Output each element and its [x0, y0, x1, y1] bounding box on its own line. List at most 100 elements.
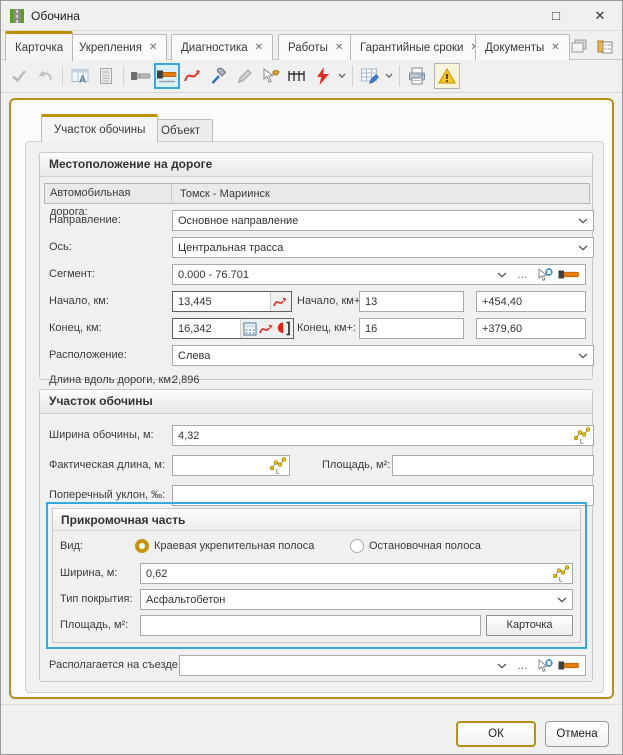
- measure-length-icon[interactable]: L: [267, 457, 289, 474]
- tab-dokumenty[interactable]: Документы ✕: [475, 34, 570, 60]
- shoulder-area-input[interactable]: [392, 455, 594, 476]
- end-km-input[interactable]: [173, 319, 240, 338]
- radio-edge-strip-label[interactable]: Краевая укрепительная полоса: [154, 536, 314, 556]
- edge-strip-highlight-box: Прикромочная часть Вид: Краевая укрепите…: [46, 502, 587, 649]
- segment-value: 0.000 - 76.701: [178, 269, 497, 281]
- shoulder-area-label: Площадь, м²:: [322, 455, 390, 476]
- tab-label: Укрепления: [79, 42, 142, 54]
- footer-buttonbar: ОК Отмена: [1, 704, 622, 755]
- properties-panel-icon[interactable]: [596, 38, 614, 54]
- cancel-button[interactable]: Отмена: [545, 721, 609, 747]
- radio-stop-lane[interactable]: [350, 539, 364, 553]
- road-label: Автомобильная дорога:: [45, 184, 172, 203]
- edge-area-label: Площадь, м²:: [60, 615, 128, 636]
- edge-width-input[interactable]: [141, 564, 550, 583]
- tab-diagnostika[interactable]: Диагностика ✕: [171, 34, 273, 60]
- tab-close-icon[interactable]: ✕: [335, 43, 343, 53]
- pick-on-map-icon[interactable]: [258, 63, 284, 89]
- segment-combobox[interactable]: 0.000 - 76.701 …: [172, 264, 586, 285]
- direction-value: Основное направление: [178, 215, 578, 227]
- start-kmplus-input[interactable]: [359, 291, 464, 312]
- end-kmplus-input[interactable]: [359, 318, 464, 339]
- measure-length-icon[interactable]: L: [571, 427, 593, 444]
- printer-icon[interactable]: [404, 63, 430, 89]
- ok-button[interactable]: ОК: [456, 721, 536, 747]
- table-edit-dropdown-chevron-icon[interactable]: [383, 63, 395, 89]
- direction-combobox[interactable]: Основное направление: [172, 210, 594, 231]
- edge-area-input[interactable]: [140, 615, 481, 636]
- measure-length-icon[interactable]: L: [550, 565, 572, 582]
- side-combobox[interactable]: Слева: [172, 345, 594, 366]
- chevron-down-icon[interactable]: [497, 663, 507, 669]
- lightning-icon[interactable]: [310, 63, 336, 89]
- tab-garantiynye-sroki[interactable]: Гарантийные сроки ✕: [350, 34, 489, 60]
- undo-icon[interactable]: [32, 63, 58, 89]
- pencil-icon[interactable]: [232, 63, 258, 89]
- group-shoulder: Участок обочины Ширина обочины, м: L Фак…: [39, 389, 593, 682]
- axis-combobox[interactable]: Центральная трасса: [172, 237, 594, 258]
- end-marker-flag-icon[interactable]: [277, 321, 291, 336]
- table-find-icon[interactable]: A: [67, 63, 93, 89]
- chevron-down-icon[interactable]: [578, 353, 588, 359]
- group-edge-strip: Прикромочная часть Вид: Краевая укрепите…: [52, 508, 581, 643]
- edge-width-label: Ширина, м:: [60, 563, 117, 584]
- cascade-windows-icon[interactable]: [570, 38, 588, 54]
- apply-check-icon[interactable]: [6, 63, 32, 89]
- tab-label: Работы: [288, 42, 328, 54]
- ruler-icon[interactable]: [284, 63, 310, 89]
- shoulder-width-fieldgroup: L: [172, 425, 594, 446]
- group-edge-strip-title: Прикромочная часть: [53, 509, 580, 531]
- calculator-icon[interactable]: [243, 322, 257, 336]
- coating-combobox[interactable]: Асфальтобетон: [140, 589, 573, 610]
- svg-text:L: L: [559, 577, 563, 583]
- tab-close-icon[interactable]: ✕: [255, 43, 263, 53]
- card-button[interactable]: Карточка: [486, 615, 573, 636]
- ellipsis-button[interactable]: …: [517, 269, 528, 281]
- route-curve-icon[interactable]: [273, 295, 289, 309]
- table-edit-icon[interactable]: [357, 63, 383, 89]
- radio-edge-strip-selected[interactable]: [135, 539, 149, 553]
- start-meters-input[interactable]: [476, 291, 586, 312]
- tab-label: Гарантийные сроки: [360, 42, 463, 54]
- tab-close-icon[interactable]: ✕: [149, 43, 157, 53]
- direction-label: Направление:: [49, 210, 121, 231]
- route-curve-icon[interactable]: [180, 63, 206, 89]
- ellipsis-button[interactable]: …: [517, 660, 528, 672]
- maximize-button[interactable]: □: [534, 1, 578, 31]
- flashlight-icon[interactable]: [558, 659, 580, 672]
- chevron-down-icon[interactable]: [578, 245, 588, 251]
- pick-on-map-icon[interactable]: [536, 658, 554, 674]
- hammer-icon[interactable]: [206, 63, 232, 89]
- flashlight-orange-icon[interactable]: [154, 63, 180, 89]
- report-icon[interactable]: [93, 63, 119, 89]
- toolbar-separator: [399, 66, 400, 86]
- tab-page: Местоположение на дороге Автомобильная д…: [25, 141, 604, 693]
- chevron-down-icon[interactable]: [497, 272, 507, 278]
- inner-tab-uchastok[interactable]: Участок обочины: [41, 114, 158, 142]
- start-km-input[interactable]: [173, 292, 270, 311]
- road-readonly-field: Автомобильная дорога: Томск - Мариинск: [44, 183, 590, 204]
- lightning-dropdown-chevron-icon[interactable]: [336, 63, 348, 89]
- segment-label: Сегмент:: [49, 264, 95, 285]
- fact-length-input[interactable]: [173, 456, 267, 475]
- group-location: Местоположение на дороге Автомобильная д…: [39, 152, 593, 380]
- warning-icon[interactable]: [434, 63, 460, 89]
- close-button[interactable]: ✕: [578, 1, 622, 31]
- radio-stop-lane-label[interactable]: Остановочная полоса: [369, 536, 481, 556]
- flashlight-gray-icon[interactable]: [128, 63, 154, 89]
- chevron-down-icon[interactable]: [557, 597, 567, 603]
- shoulder-width-input[interactable]: [173, 426, 571, 445]
- tab-kartochka[interactable]: Карточка: [5, 31, 73, 61]
- tab-ukrepleniya[interactable]: Укрепления ✕: [69, 34, 167, 60]
- edge-width-fieldgroup: L: [140, 563, 573, 584]
- window-title: Обочина: [31, 9, 80, 23]
- chevron-down-icon[interactable]: [578, 218, 588, 224]
- tab-raboty[interactable]: Работы ✕: [278, 34, 353, 60]
- tab-close-icon[interactable]: ✕: [551, 43, 559, 53]
- pick-on-map-icon[interactable]: [536, 267, 554, 283]
- route-curve-icon[interactable]: [259, 322, 275, 336]
- flashlight-icon[interactable]: [558, 268, 580, 281]
- toolbar-separator: [352, 66, 353, 86]
- ramp-combobox[interactable]: …: [179, 655, 586, 676]
- end-meters-input[interactable]: [476, 318, 586, 339]
